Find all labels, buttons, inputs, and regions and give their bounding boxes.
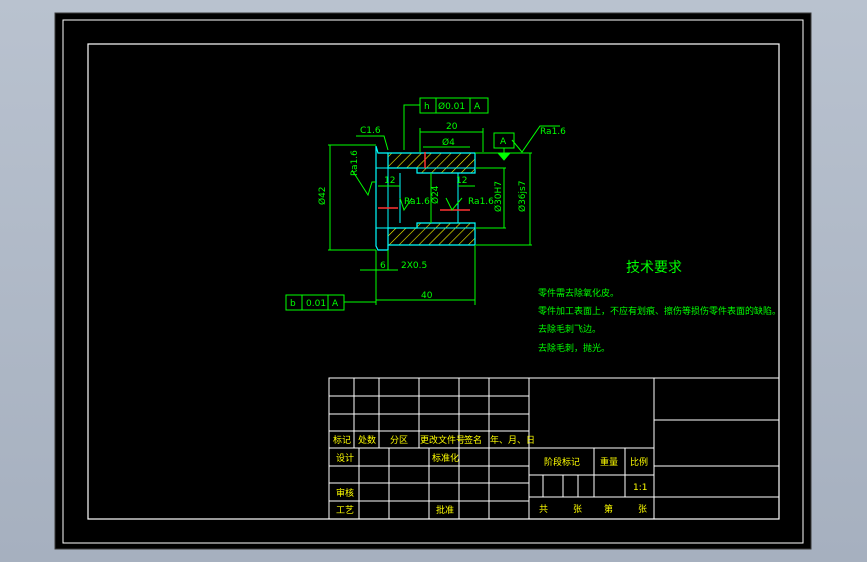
dim-30h7: Ø30H7	[493, 181, 504, 212]
tech-req-line-3: 去除毛刺飞边。	[538, 323, 601, 335]
chamfer-c16: C1.6	[360, 126, 381, 136]
tb-approve: 批准	[436, 504, 454, 516]
tb-design: 设计	[336, 452, 354, 464]
tb-count: 处数	[358, 434, 376, 446]
fcf-top-datum: A	[474, 102, 481, 112]
tb-date: 年、月、日	[490, 434, 535, 446]
tb-zone: 分区	[390, 435, 408, 446]
fcf-bottom-tolerance: 0.01	[306, 299, 326, 309]
dim-chamfer-2x05: 2X0.5	[401, 261, 427, 271]
tech-req-title: 技术要求	[626, 260, 682, 276]
tb-standardize: 标准化	[432, 452, 459, 464]
tb-scale-value: 1:1	[633, 483, 647, 493]
roughness-left: Ra1.6	[350, 150, 360, 176]
roughness-right: Ra1.6	[540, 127, 566, 137]
dim-24: Ø24	[430, 185, 441, 204]
fcf-top-symbol: h	[424, 102, 430, 112]
dim-12-right: 12	[456, 176, 467, 186]
dim-12-left: 12	[384, 176, 395, 186]
tb-sheet-suffix: 张	[638, 504, 647, 515]
dim-36js7: Ø36js7	[517, 181, 528, 212]
tb-scale-label: 比例	[630, 456, 648, 468]
tb-stage-mark: 阶段标记	[544, 456, 580, 468]
cad-viewport[interactable]: h Ø0.01 A 20 Ø4 C1.6 A Ra1.6 Ø42 Ra1.6 1…	[0, 0, 867, 562]
dim-42: Ø42	[317, 186, 328, 205]
tb-change-doc: 更改文件号	[420, 434, 465, 446]
tb-mark: 标记	[333, 434, 351, 446]
tech-req-line-4: 去除毛刺，抛光。	[538, 342, 610, 354]
dim-6: 6	[380, 261, 386, 271]
dim-4: Ø4	[442, 137, 455, 148]
drawing-sheet	[54, 12, 812, 550]
fcf-bottom-symbol: b	[290, 299, 296, 309]
dim-40: 40	[421, 291, 433, 301]
tb-weight: 重量	[600, 456, 618, 468]
tb-sheets: 张	[573, 504, 582, 515]
tb-review: 审核	[336, 487, 354, 499]
roughness-bore-left: Ra1.6	[404, 197, 430, 207]
tech-req-line-1: 零件需去除氧化皮。	[538, 287, 619, 299]
tb-total: 共	[539, 504, 548, 515]
datum-a: A	[500, 137, 507, 147]
roughness-bore-right: Ra1.6	[468, 197, 494, 207]
tech-req-line-2: 零件加工表面上，不应有划痕、擦伤等损伤零件表面的缺陷。	[538, 305, 781, 317]
fcf-bottom-datum: A	[332, 299, 339, 309]
fcf-top-tolerance: Ø0.01	[438, 101, 465, 112]
tb-sheet-no: 第	[604, 503, 613, 515]
dim-20: 20	[446, 122, 458, 132]
tb-process: 工艺	[336, 505, 354, 516]
tb-signature: 签名	[464, 434, 482, 446]
